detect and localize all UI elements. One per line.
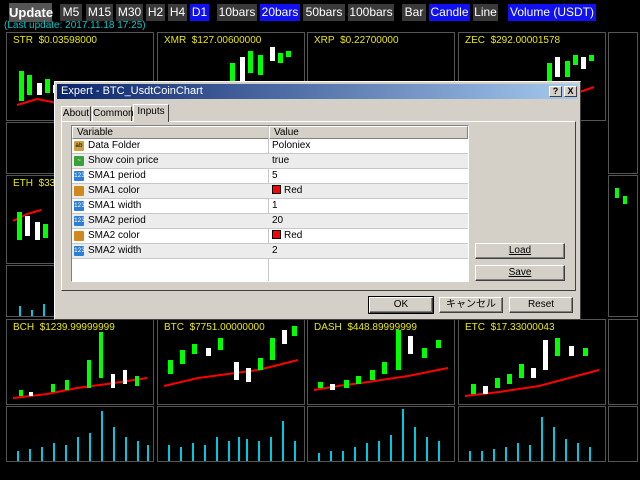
color-icon [74,231,84,241]
variable-value: true [272,155,290,166]
column-header-value[interactable]: Value [269,126,468,139]
variable-value: Poloniex [272,140,311,151]
input-row-show-coin-price[interactable]: ~ Show coin price true [72,154,468,169]
string-icon: ab [74,141,84,151]
timeframe-d1-button[interactable]: D1 [190,4,209,21]
chart-panel-dash[interactable]: DASH $448.89999999 [307,319,455,405]
close-button[interactable]: X [564,86,577,97]
variable-name: SMA1 period [88,170,146,181]
dialog-titlebar[interactable]: Expert - BTC_UsdtCoinChart ? X [57,84,578,99]
chart-title: XMR $127.00600000 [164,35,262,46]
help-button[interactable]: ? [549,86,562,97]
right-edge-panel-2 [608,175,638,317]
color-icon [74,186,84,196]
input-row-sma1-period[interactable]: 123 SMA1 period 5 [72,169,468,184]
inputs-grid: Variable Value ab Data Folder Poloniex ~… [71,125,469,282]
timeframe-m30-button[interactable]: M30 [116,4,143,21]
chart-panel-etc[interactable]: ETC $17.33000043 [458,319,606,405]
input-row-sma2-color[interactable]: SMA2 color Red [72,229,468,244]
color-swatch [272,185,281,194]
variable-name: Show coin price [88,155,159,166]
expert-dialog: Expert - BTC_UsdtCoinChart ? X About Com… [54,81,581,320]
input-row-sma2-width[interactable]: 123 SMA2 width 2 [72,244,468,259]
timeframe-h2-button[interactable]: H2 [146,4,165,21]
type-line-button[interactable]: Line [473,4,498,21]
load-button[interactable]: Load [475,243,565,259]
type-bar-button[interactable]: Bar [402,4,426,21]
right-edge-panel-3 [608,319,638,405]
variable-value: 1 [272,200,278,211]
chart-title: ETH $33 [13,178,56,189]
variable-name: SMA2 color [88,230,140,241]
chart-title: STR $0.03598000 [13,35,97,46]
column-header-variable[interactable]: Variable [72,126,269,139]
volume-usdt-button[interactable]: Volume (USDT) [508,4,596,21]
variable-name: SMA2 period [88,215,146,226]
timeframe-h4-button[interactable]: H4 [168,4,187,21]
chart-panel-btc[interactable]: BTC $7751.00000000 [157,319,305,405]
tab-about[interactable]: About [61,106,91,122]
bars-50-button[interactable]: 50bars [303,4,345,21]
variable-value: 2 [272,245,278,256]
dialog-title: Expert - BTC_UsdtCoinChart [61,85,203,97]
variable-value: Red [272,184,302,198]
variable-name: SMA1 color [88,185,140,196]
tab-inputs[interactable]: Inputs [133,104,169,122]
chart-title: BCH $1239.99999999 [13,322,115,333]
reset-button[interactable]: Reset [509,297,573,313]
volume-panel-bch [6,406,154,462]
integer-icon: 123 [74,216,85,226]
variable-name: SMA1 width [88,200,142,211]
right-edge-volume [608,406,638,462]
color-swatch [272,230,281,239]
integer-icon: 123 [74,246,85,256]
last-update-text: (Last update: 2017.11.18 17:25) [4,20,146,31]
timeframe-m5-button[interactable]: M5 [60,4,82,21]
chart-title: ETC $17.33000043 [465,322,555,333]
timeframe-m15-button[interactable]: M15 [86,4,113,21]
bars-100-button[interactable]: 100bars [348,4,394,21]
save-button[interactable]: Save [475,265,565,281]
chart-title: ZEC $292.00001578 [465,35,561,46]
volume-panel-etc [458,406,606,462]
chart-panel-bch[interactable]: BCH $1239.99999999 [6,319,154,405]
type-candle-button[interactable]: Candle [429,4,470,21]
variable-name: SMA2 width [88,245,142,256]
integer-icon: 123 [74,171,85,181]
chart-title: XRP $0.22700000 [314,35,399,46]
input-row-sma2-period[interactable]: 123 SMA2 period 20 [72,214,468,229]
cancel-button[interactable]: キャンセル [439,297,503,313]
volume-panel-dash [307,406,455,462]
input-row-sma1-color[interactable]: SMA1 color Red [72,184,468,199]
toolbar: Update M5 M15 M30 H2 H4 D1 10bars 20bars… [0,0,640,22]
right-edge-panel [608,32,638,174]
variable-value: 20 [272,215,284,226]
chart-title: DASH $448.89999999 [314,322,417,333]
bars-20-button[interactable]: 20bars [260,4,300,21]
tab-common[interactable]: Common [92,106,134,122]
chart-title: BTC $7751.00000000 [164,322,265,333]
variable-name: Data Folder [88,140,141,151]
input-row-sma1-width[interactable]: 123 SMA1 width 1 [72,199,468,214]
volume-panel-btc [157,406,305,462]
boolean-icon: ~ [74,156,84,166]
input-row-data-folder[interactable]: ab Data Folder Poloniex [72,139,468,154]
ok-button[interactable]: OK [368,296,434,314]
integer-icon: 123 [74,201,85,211]
bars-10-button[interactable]: 10bars [217,4,257,21]
variable-value: 5 [272,170,278,181]
variable-value: Red [272,229,302,243]
